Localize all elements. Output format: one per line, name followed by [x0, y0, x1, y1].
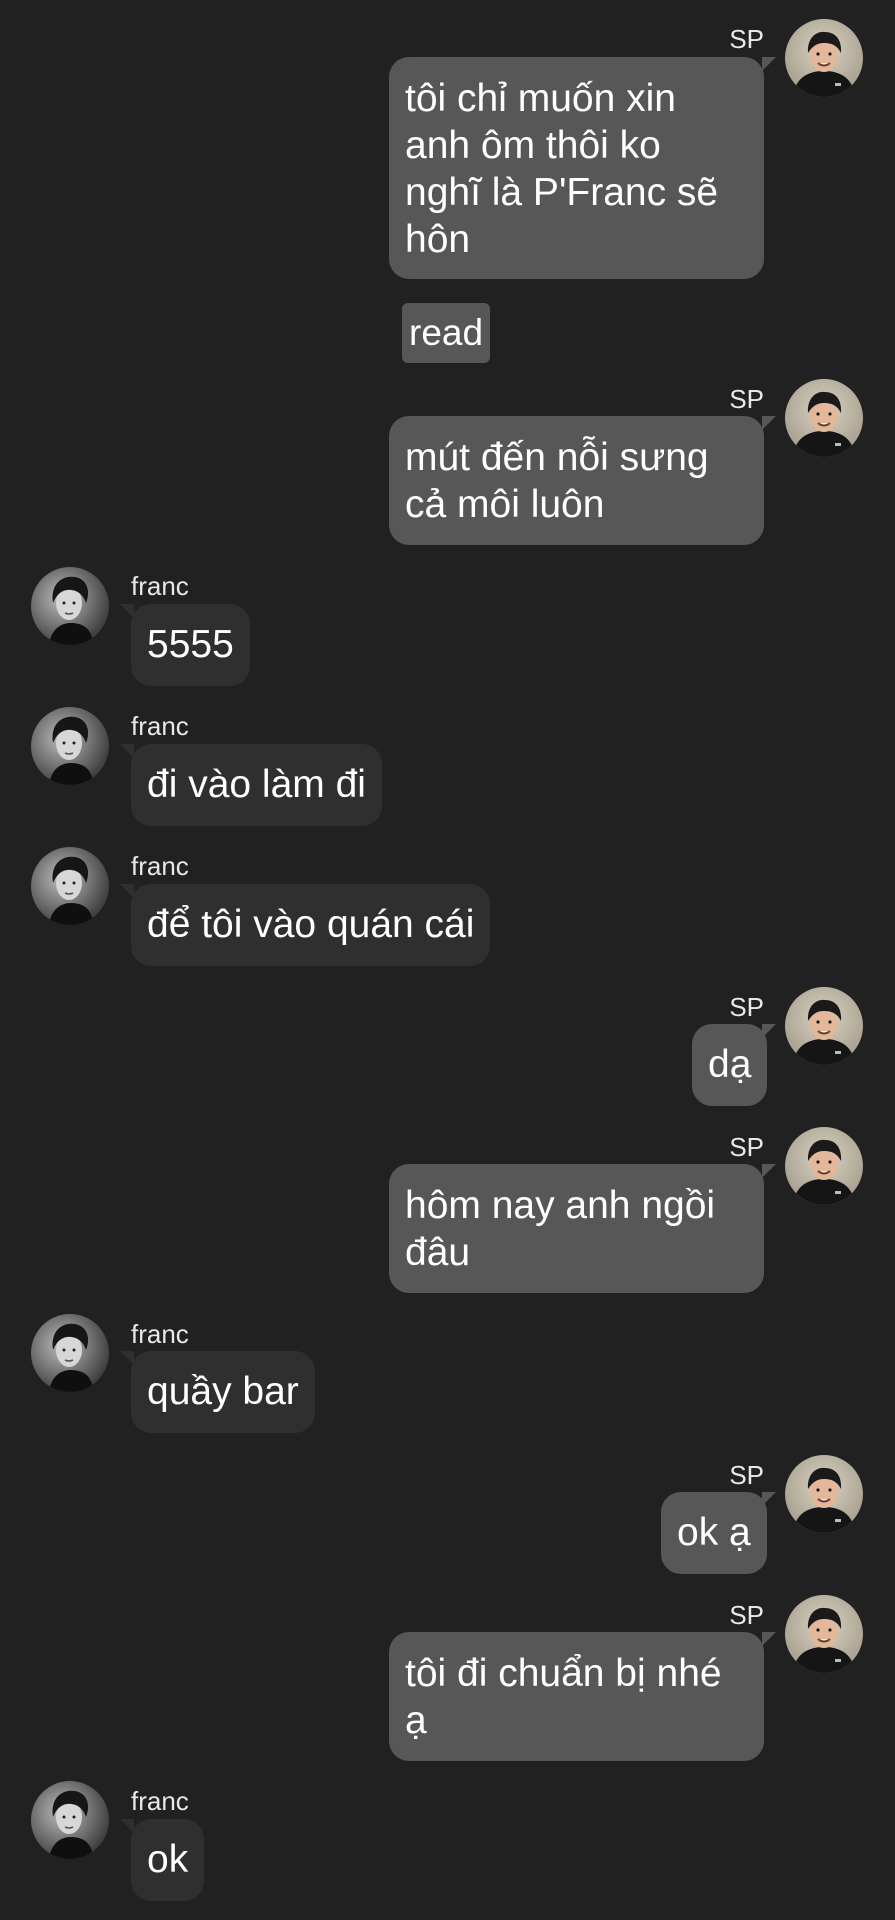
sender-name: SP: [729, 24, 764, 54]
message-line: tôi đi chuẩn bị nhé: [405, 1652, 722, 1695]
message-bubble-outgoing[interactable]: hôm nay anh ngồi đâu: [389, 1164, 764, 1293]
sp-avatar-icon[interactable]: [785, 19, 863, 97]
message-line: mút đến nỗi sưng: [405, 436, 709, 479]
franc-avatar-icon[interactable]: [31, 1781, 109, 1859]
sender-name: franc: [131, 851, 189, 881]
message-line: tôi chỉ muốn xin: [405, 77, 676, 120]
message-text: ok: [147, 1838, 189, 1881]
sp-avatar-icon[interactable]: [785, 987, 863, 1065]
message-bubble-incoming[interactable]: đi vào làm đi: [131, 744, 382, 826]
message-bubble-incoming[interactable]: quầy bar: [131, 1351, 315, 1433]
franc-avatar-icon[interactable]: [31, 1314, 109, 1392]
sender-name: franc: [131, 571, 189, 601]
read-status-badge: read: [402, 303, 491, 363]
message-line: hôm nay anh ngồi: [405, 1184, 716, 1227]
sp-avatar-icon[interactable]: [785, 1595, 863, 1673]
message-line: nghĩ là P'Franc sẽ: [405, 171, 719, 214]
sender-name: SP: [729, 1600, 764, 1630]
message-line: ạ: [405, 1699, 427, 1742]
sp-avatar-icon[interactable]: [785, 1127, 863, 1205]
sender-name: SP: [729, 992, 764, 1022]
message-bubble-incoming[interactable]: để tôi vào quán cái: [131, 884, 491, 966]
franc-avatar-icon[interactable]: [31, 847, 109, 925]
message-text: dạ: [708, 1043, 752, 1086]
franc-avatar-icon[interactable]: [31, 567, 109, 645]
message-text: ok ạ: [677, 1511, 751, 1554]
sender-name: franc: [131, 711, 189, 741]
message-line: anh ôm thôi ko: [405, 124, 661, 167]
sender-name: franc: [131, 1319, 189, 1349]
message-line: cả môi luôn: [405, 483, 605, 526]
sp-avatar-icon[interactable]: [785, 379, 863, 457]
sender-name: SP: [729, 1460, 764, 1490]
bubble-tail: [762, 416, 776, 430]
message-text: quầy bar: [147, 1370, 299, 1413]
bubble-tail: [762, 57, 776, 71]
message-line: hôn: [405, 218, 471, 261]
bubble-tail: [762, 1632, 776, 1646]
sender-name: franc: [131, 1786, 189, 1816]
message-bubble-outgoing[interactable]: tôi đi chuẩn bị nhé ạ: [389, 1632, 764, 1761]
message-text: 5555: [147, 623, 234, 666]
sp-avatar-icon[interactable]: [785, 1455, 863, 1533]
message-bubble-outgoing[interactable]: dạ: [692, 1024, 768, 1106]
message-bubble-incoming[interactable]: ok: [131, 1819, 205, 1901]
message-text: đi vào làm đi: [147, 763, 366, 806]
sender-name: SP: [729, 1132, 764, 1162]
bubble-tail: [762, 1164, 776, 1178]
message-bubble-outgoing[interactable]: tôi chỉ muốn xin anh ôm thôi ko nghĩ là …: [389, 57, 764, 279]
sender-name: SP: [729, 384, 764, 414]
message-bubble-outgoing[interactable]: mút đến nỗi sưng cả môi luôn: [389, 416, 764, 545]
message-line: đâu: [405, 1231, 471, 1274]
message-text: để tôi vào quán cái: [147, 903, 475, 946]
message-bubble-incoming[interactable]: 5555: [131, 604, 250, 686]
franc-avatar-icon[interactable]: [31, 707, 109, 785]
message-bubble-outgoing[interactable]: ok ạ: [661, 1492, 767, 1574]
